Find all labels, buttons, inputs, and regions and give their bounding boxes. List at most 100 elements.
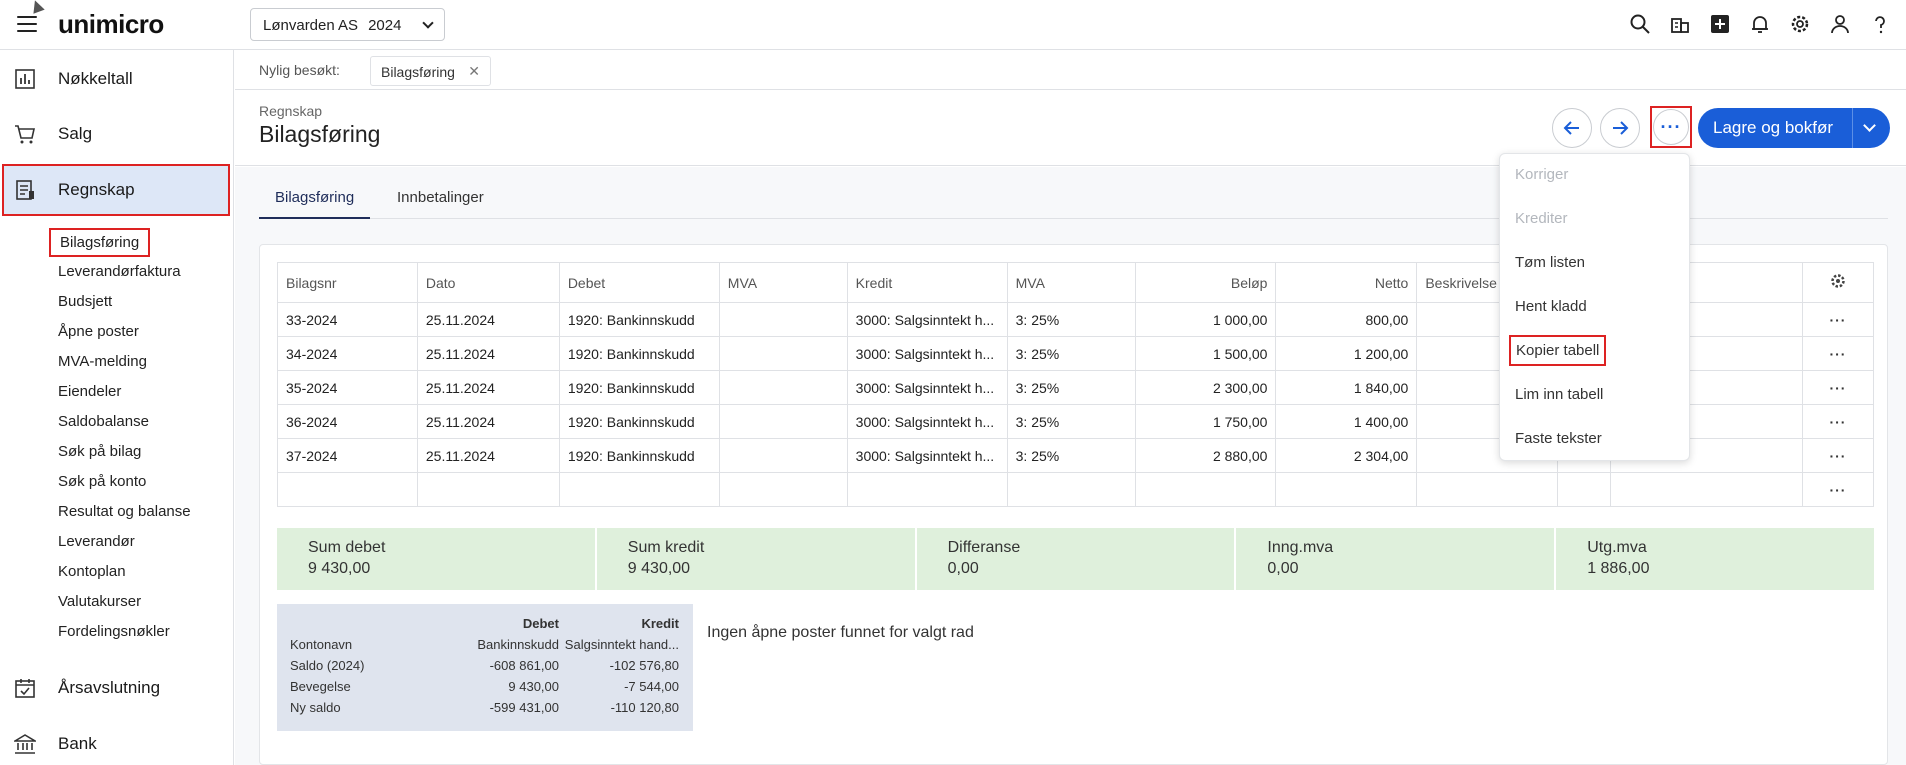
search-icon[interactable] — [1628, 12, 1652, 36]
sidebar-item-salg[interactable]: Salg — [0, 108, 234, 160]
company-selector[interactable]: Lønvarden AS 2024 — [250, 8, 445, 41]
table-cell[interactable] — [1134, 472, 1277, 507]
table-cell[interactable] — [1557, 472, 1612, 507]
table-cell[interactable] — [718, 336, 848, 371]
table-cell[interactable]: 3000: Salgsinntekt h... — [846, 404, 1008, 439]
sidebar-item-arsavslutning[interactable]: Årsavslutning — [0, 662, 234, 714]
menu-item-faste-tekster[interactable]: Faste tekster — [1515, 430, 1602, 447]
table-cell[interactable]: 800,00 — [1275, 302, 1418, 337]
row-menu-icon[interactable]: ··· — [1801, 404, 1875, 439]
sidebar-subitem-leverandorfaktura[interactable]: Leverandørfaktura — [58, 263, 181, 280]
table-cell[interactable]: 25.11.2024 — [416, 438, 560, 473]
column-header[interactable]: Debet — [558, 262, 720, 303]
app-logo[interactable]: unimicro — [58, 9, 164, 40]
sidebar-subitem-resultat-og-balanse[interactable]: Resultat og balanse — [58, 503, 191, 520]
gear-icon[interactable] — [1788, 12, 1812, 36]
column-header[interactable]: Bilagsnr — [277, 262, 418, 303]
tab-innbetalinger[interactable]: Innbetalinger — [381, 181, 500, 219]
sidebar-subitem-saldobalanse[interactable]: Saldobalanse — [58, 413, 149, 430]
table-cell[interactable] — [416, 472, 560, 507]
chevron-down-icon[interactable] — [1863, 119, 1876, 132]
table-cell[interactable] — [1610, 472, 1803, 507]
building-icon[interactable] — [1668, 12, 1692, 36]
previous-button[interactable] — [1552, 108, 1592, 148]
sidebar-item-nokkeltall[interactable]: Nøkkeltall — [0, 53, 234, 105]
row-menu-icon[interactable]: ··· — [1801, 438, 1875, 473]
table-cell[interactable] — [558, 472, 720, 507]
column-header[interactable]: Dato — [416, 262, 560, 303]
table-settings-gear-icon[interactable] — [1801, 262, 1875, 303]
table-cell[interactable]: 1 500,00 — [1134, 336, 1277, 371]
table-cell[interactable]: 1 200,00 — [1275, 336, 1418, 371]
table-cell[interactable]: 25.11.2024 — [416, 404, 560, 439]
column-header[interactable]: Netto — [1275, 262, 1418, 303]
menu-item-korriger[interactable]: Korriger — [1515, 166, 1568, 183]
sidebar-subitem-bilagsforing[interactable]: Bilagsføring — [49, 228, 151, 257]
table-cell[interactable]: 3: 25% — [1006, 404, 1136, 439]
table-cell[interactable]: 36-2024 — [277, 404, 418, 439]
table-cell[interactable] — [718, 472, 848, 507]
table-cell[interactable]: 3000: Salgsinntekt h... — [846, 302, 1008, 337]
breadcrumb[interactable]: Regnskap — [259, 103, 322, 119]
table-cell[interactable]: 1 000,00 — [1134, 302, 1277, 337]
table-cell[interactable]: 37-2024 — [277, 438, 418, 473]
row-menu-icon[interactable]: ··· — [1801, 472, 1875, 507]
sidebar-subitem-budsjett[interactable]: Budsjett — [58, 293, 112, 310]
menu-item-hent-kladd[interactable]: Hent kladd — [1515, 298, 1587, 315]
sidebar-subitem-sok-pa-konto[interactable]: Søk på konto — [58, 473, 146, 490]
table-cell[interactable]: 35-2024 — [277, 370, 418, 405]
more-options-button[interactable]: ··· — [1650, 106, 1692, 148]
menu-item-lim-inn-tabell[interactable]: Lim inn tabell — [1515, 386, 1603, 403]
table-cell[interactable] — [718, 438, 848, 473]
bell-icon[interactable] — [1748, 12, 1772, 36]
table-cell[interactable]: 3000: Salgsinntekt h... — [846, 438, 1008, 473]
table-cell[interactable] — [718, 302, 848, 337]
table-cell[interactable] — [1416, 472, 1559, 507]
sidebar-subitem-sok-pa-bilag[interactable]: Søk på bilag — [58, 443, 141, 460]
sidebar-item-bank[interactable]: Bank — [0, 718, 234, 765]
menu-item-tom-listen[interactable]: Tøm listen — [1515, 254, 1585, 271]
help-icon[interactable] — [1868, 12, 1892, 36]
table-cell[interactable]: 25.11.2024 — [416, 370, 560, 405]
column-header[interactable]: MVA — [718, 262, 848, 303]
table-cell[interactable]: 3000: Salgsinntekt h... — [846, 370, 1008, 405]
column-header[interactable]: MVA — [1006, 262, 1136, 303]
next-button[interactable] — [1600, 108, 1640, 148]
row-menu-icon[interactable]: ··· — [1801, 370, 1875, 405]
recent-tab-bilagsforing[interactable]: Bilagsføring ✕ — [370, 56, 491, 86]
table-cell[interactable]: 1920: Bankinnskudd — [558, 370, 720, 405]
table-cell[interactable]: 34-2024 — [277, 336, 418, 371]
table-cell[interactable] — [718, 370, 848, 405]
table-row[interactable]: ··· — [277, 472, 1875, 507]
table-cell[interactable]: 3000: Salgsinntekt h... — [846, 336, 1008, 371]
table-cell[interactable]: 3: 25% — [1006, 438, 1136, 473]
table-cell[interactable]: 1 840,00 — [1275, 370, 1418, 405]
sidebar-subitem-valutakurser[interactable]: Valutakurser — [58, 593, 141, 610]
column-header[interactable]: Kredit — [846, 262, 1008, 303]
table-cell[interactable]: 2 880,00 — [1134, 438, 1277, 473]
table-cell[interactable]: 1920: Bankinnskudd — [558, 438, 720, 473]
table-cell[interactable]: 25.11.2024 — [416, 336, 560, 371]
sidebar-subitem-leverandor[interactable]: Leverandør — [58, 533, 135, 550]
table-cell[interactable]: 2 304,00 — [1275, 438, 1418, 473]
table-cell[interactable]: 1 750,00 — [1134, 404, 1277, 439]
close-icon[interactable]: ✕ — [468, 63, 480, 80]
table-cell[interactable] — [1275, 472, 1418, 507]
sidebar-subitem-kontoplan[interactable]: Kontoplan — [58, 563, 126, 580]
save-and-post-button[interactable]: Lagre og bokfør — [1698, 108, 1890, 148]
table-cell[interactable]: 33-2024 — [277, 302, 418, 337]
table-cell[interactable]: 3: 25% — [1006, 370, 1136, 405]
sidebar-subitem-fordelingsnokler[interactable]: Fordelingsnøkler — [58, 623, 170, 640]
plus-square-icon[interactable] — [1708, 12, 1732, 36]
table-cell[interactable] — [277, 472, 418, 507]
table-cell[interactable] — [846, 472, 1008, 507]
table-cell[interactable]: 3: 25% — [1006, 336, 1136, 371]
table-cell[interactable]: 1920: Bankinnskudd — [558, 336, 720, 371]
sidebar-item-regnskap[interactable]: Regnskap — [2, 164, 230, 216]
table-cell[interactable]: 3: 25% — [1006, 302, 1136, 337]
table-cell[interactable]: 25.11.2024 — [416, 302, 560, 337]
tab-bilagsforing[interactable]: Bilagsføring — [259, 181, 371, 219]
hamburger-menu-icon[interactable] — [17, 16, 37, 32]
column-header[interactable]: Beløp — [1134, 262, 1277, 303]
table-cell[interactable]: 1920: Bankinnskudd — [558, 302, 720, 337]
